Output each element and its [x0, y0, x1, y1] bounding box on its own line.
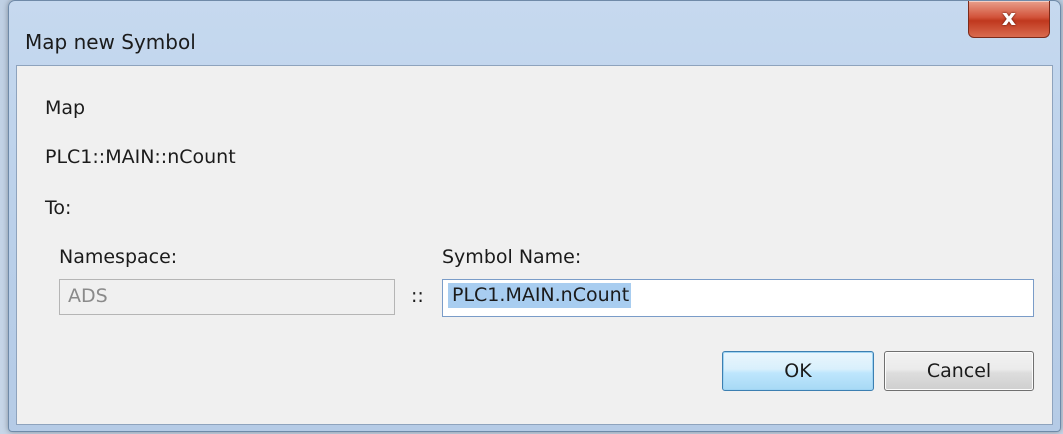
cancel-button[interactable]: Cancel [884, 351, 1034, 391]
to-label: To: [45, 197, 72, 219]
namespace-separator: :: [411, 285, 424, 307]
map-label: Map [45, 97, 86, 119]
symbol-name-input[interactable]: PLC1.MAIN.nCount [442, 279, 1034, 317]
map-symbol-dialog: Map new Symbol x Map PLC1::MAIN::nCount … [8, 0, 1061, 432]
symbol-name-label: Symbol Name: [442, 246, 582, 268]
symbol-name-value: PLC1.MAIN.nCount [448, 283, 632, 308]
dialog-title: Map new Symbol [25, 30, 196, 54]
namespace-field[interactable]: ADS [59, 279, 395, 315]
close-button[interactable]: x [968, 1, 1050, 38]
dialog-content: Map PLC1::MAIN::nCount To: Namespace: Sy… [16, 65, 1053, 425]
namespace-label: Namespace: [59, 246, 178, 268]
source-symbol-label: PLC1::MAIN::nCount [45, 146, 236, 168]
namespace-value: ADS [68, 285, 108, 307]
ok-button[interactable]: OK [722, 351, 874, 391]
close-icon: x [1001, 6, 1017, 31]
